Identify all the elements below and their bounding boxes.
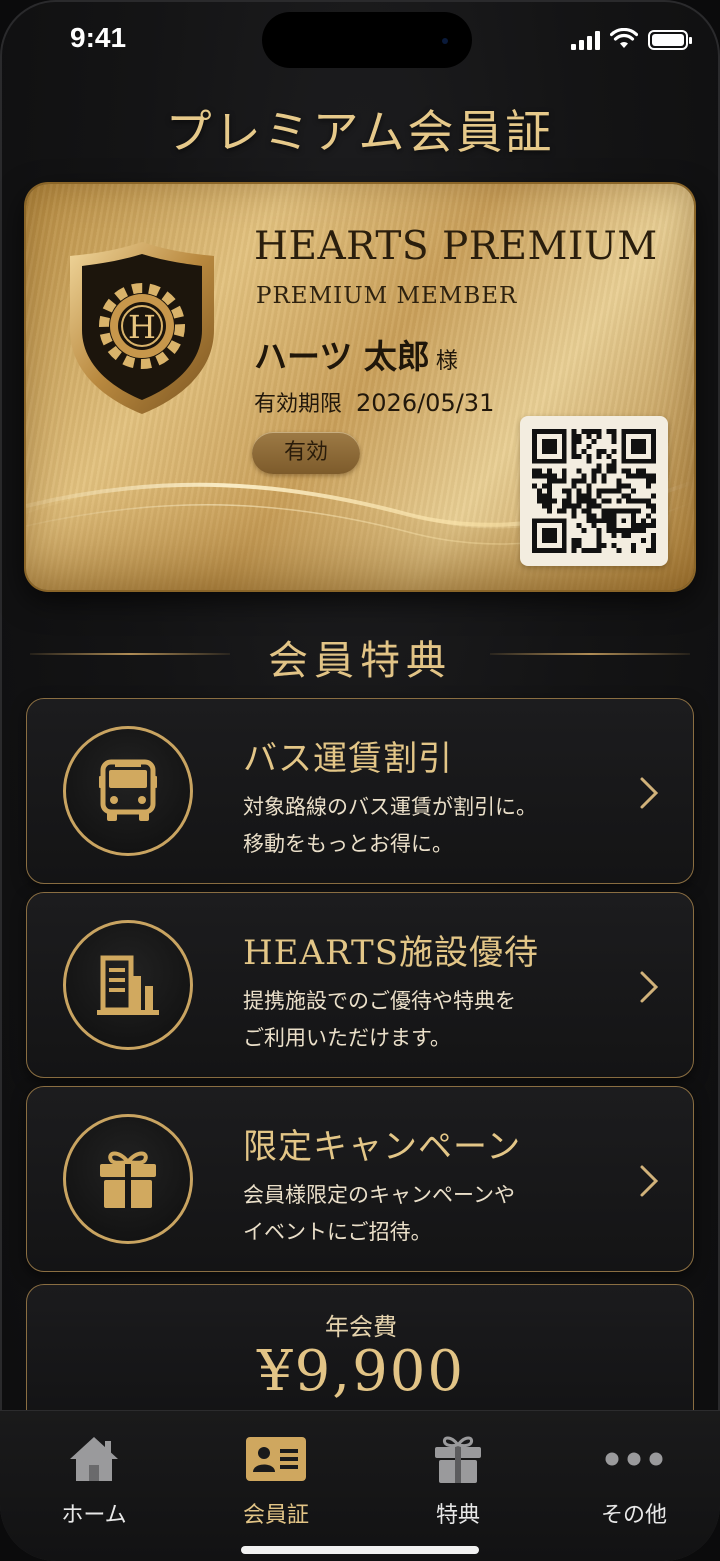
member-card-icon [241, 1431, 311, 1487]
annual-fee-label: 年会費 [325, 1313, 397, 1341]
card-brand: HEARTS PREMIUM [254, 224, 658, 269]
benefits-section-header: 会員特典 [30, 622, 690, 684]
tab-benefits[interactable]: 特典 [368, 1431, 548, 1531]
honorific: 様 [435, 349, 458, 374]
tab-home[interactable]: ホーム [4, 1431, 184, 1531]
wifi-icon [610, 28, 638, 48]
benefit-description: 提携施設でのご優待や特典を ご利用いただけます。 [243, 983, 516, 1057]
app-screen: 9:41 プレミアム会員証 H HEARTS PREMIUM PREMIUM M… [0, 0, 720, 1561]
tab-more[interactable]: その他 [544, 1431, 720, 1531]
status-icons [571, 28, 692, 50]
benefit-desc-line: イベントにご招待。 [243, 1220, 432, 1244]
benefit-desc-line: 対象路線のバス運賃が割引に。 [243, 795, 537, 819]
expiry-date: 2026/05/31 [356, 389, 495, 417]
tab-membership[interactable]: 会員証 [186, 1431, 366, 1531]
tab-label: その他 [600, 1503, 667, 1528]
status-time: 9:41 [70, 22, 127, 53]
tab-label: 会員証 [242, 1503, 309, 1528]
benefit-title: HEARTS施設優待 [243, 933, 539, 973]
chevron-right-icon [640, 1165, 659, 1197]
benefit-icon-circle [63, 920, 193, 1050]
benefit-desc-line: 移動をもっとお得に。 [243, 832, 453, 856]
tab-bar: ホーム 会員証 特典 その他 [0, 1410, 720, 1561]
signal-icon [571, 30, 600, 50]
qr-code-pattern [532, 429, 656, 553]
gift-icon [423, 1431, 493, 1487]
tab-label: 特典 [435, 1503, 480, 1528]
home-icon [59, 1431, 129, 1487]
benefit-desc-line: 提携施設でのご優待や特典を [243, 989, 516, 1013]
benefit-icon-circle [63, 1114, 193, 1244]
member-card[interactable]: H HEARTS PREMIUM PREMIUM MEMBER ハーツ 太郎様 … [26, 184, 694, 590]
benefit-desc-line: 会員様限定のキャンペーンや [243, 1183, 515, 1207]
benefit-icon-circle [63, 726, 193, 856]
benefits-section-title: 会員特典 [268, 638, 452, 684]
benefit-description: 対象路線のバス運賃が割引に。 移動をもっとお得に。 [243, 789, 537, 863]
building-icon [97, 955, 159, 1015]
member-name-line: ハーツ 太郎様 [254, 330, 458, 378]
tab-label: ホーム [61, 1503, 127, 1528]
dynamic-island [262, 12, 472, 68]
benefit-description: 会員様限定のキャンペーンや イベントにご招待。 [243, 1177, 515, 1251]
bus-icon [99, 759, 157, 821]
shield-gear-emblem-icon: H [70, 242, 214, 414]
chevron-right-icon [640, 971, 659, 1003]
gift-icon [100, 1151, 156, 1208]
benefit-title: バス運賃割引 [243, 739, 453, 779]
home-indicator [241, 1546, 479, 1554]
benefit-item-bus[interactable]: バス運賃割引 対象路線のバス運賃が割引に。 移動をもっとお得に。 [26, 698, 694, 884]
expiry-label: 有効期限 [254, 392, 343, 417]
divider-right [490, 653, 690, 655]
emblem-letter: H [128, 308, 156, 346]
annual-fee-value: ¥9,900 [257, 1339, 465, 1404]
status-bar: 9:41 [0, 0, 720, 80]
page-title: プレミアム会員証 [165, 105, 555, 159]
benefit-item-campaign[interactable]: 限定キャンペーン 会員様限定のキャンペーンや イベントにご招待。 [26, 1086, 694, 1272]
status-badge: 有効 [252, 432, 360, 474]
more-icon [599, 1431, 669, 1487]
benefit-item-facility[interactable]: HEARTS施設優待 提携施設でのご優待や特典を ご利用いただけます。 [26, 892, 694, 1078]
chevron-right-icon [640, 777, 659, 809]
battery-icon [648, 30, 692, 50]
qr-code[interactable] [520, 416, 668, 566]
card-tier: PREMIUM MEMBER [256, 283, 518, 309]
member-name: ハーツ 太郎 [254, 337, 430, 376]
benefit-title: 限定キャンペーン [243, 1127, 522, 1167]
benefit-desc-line: ご利用いただけます。 [243, 1026, 451, 1050]
expiry-line: 有効期限 2026/05/31 [254, 386, 494, 418]
